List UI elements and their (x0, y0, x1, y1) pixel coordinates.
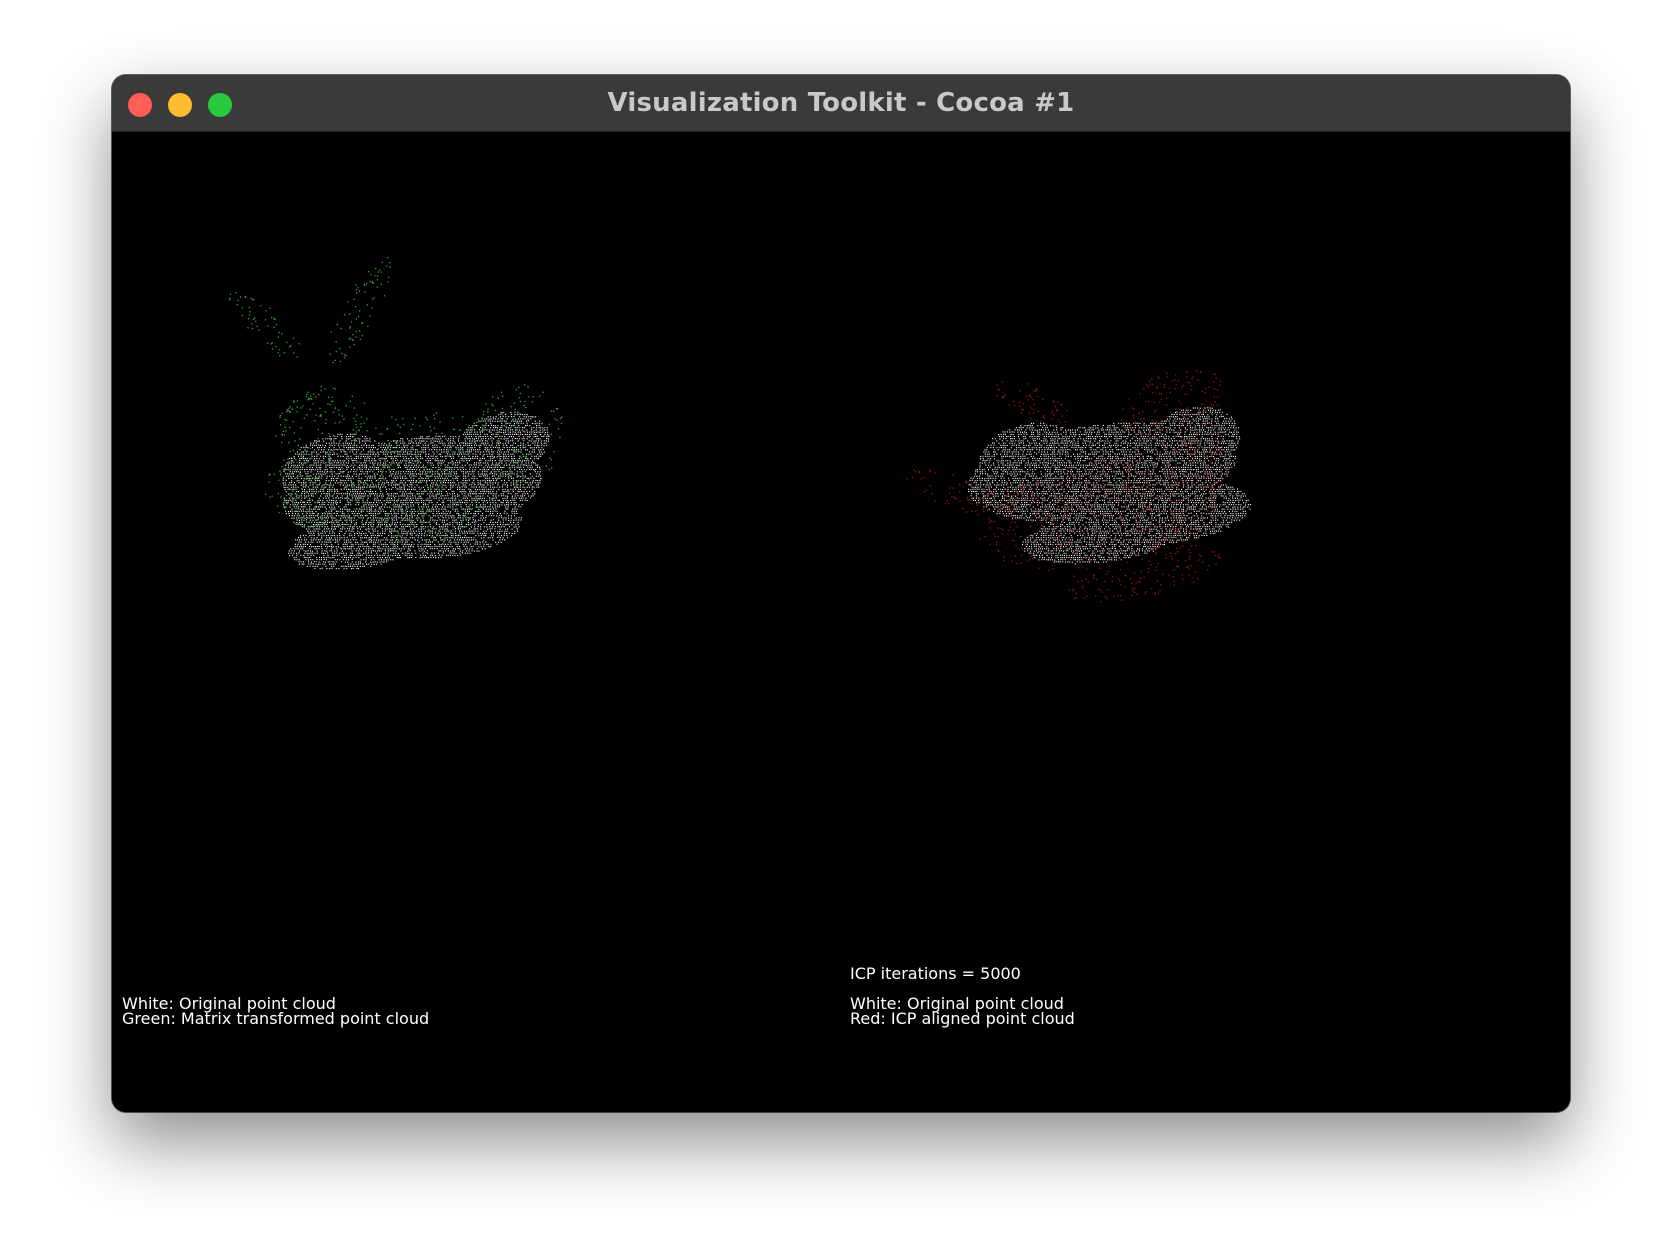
right-legend-line-2: Red: ICP aligned point cloud (850, 1009, 1075, 1028)
left-legend-line-2: Green: Matrix transformed point cloud (122, 1009, 430, 1028)
window-title: Visualization Toolkit - Cocoa #1 (607, 88, 1075, 118)
render-viewport[interactable]: White: Original point cloud Green: Matri… (112, 132, 1570, 1112)
vtk-window: Visualization Toolkit - Cocoa #1 White: … (112, 75, 1570, 1112)
icp-aligned-point-cloud (906, 370, 1227, 603)
right-render-pane[interactable]: ICP iterations = 5000 White: Original po… (841, 132, 1570, 1112)
original-point-cloud-right (967, 407, 1252, 565)
transformed-point-cloud (229, 257, 563, 550)
left-render-pane[interactable]: White: Original point cloud Green: Matri… (112, 132, 841, 1112)
icp-iterations-label: ICP iterations = 5000 (850, 964, 1021, 983)
title-bar[interactable]: Visualization Toolkit - Cocoa #1 (112, 75, 1570, 132)
original-point-cloud-left (282, 411, 550, 570)
left-point-cloud-canvas[interactable] (112, 132, 841, 1112)
